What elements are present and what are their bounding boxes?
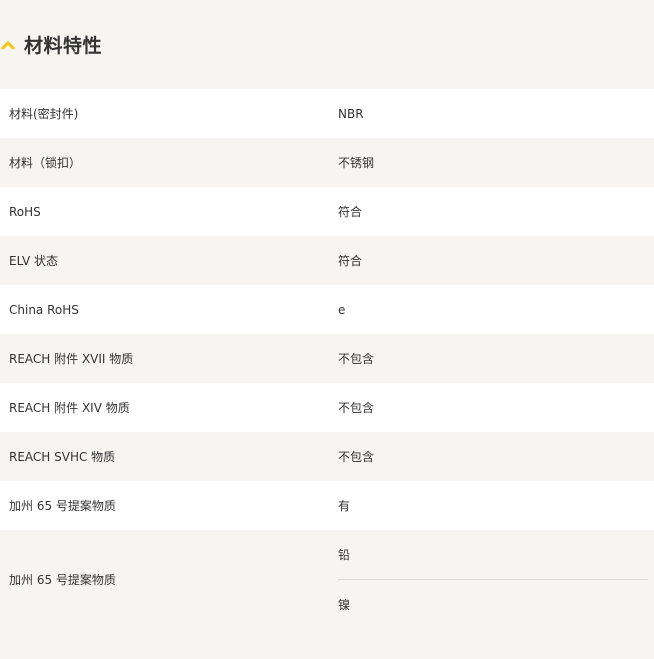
row-label: 材料(密封件) — [9, 107, 79, 121]
row-value: 符合 — [338, 254, 363, 268]
row-label: REACH 附件 XIV 物质 — [9, 401, 130, 415]
row-label: REACH 附件 XVII 物质 — [9, 352, 134, 366]
row-value: 不包含 — [338, 450, 375, 464]
table-row: RoHS 符合 — [0, 187, 654, 236]
table-row: REACH 附件 XIV 物质 不包含 — [0, 383, 654, 432]
row-sub-value: 铅 — [338, 548, 351, 562]
table-row: REACH 附件 XVII 物质 不包含 — [0, 334, 654, 383]
row-value: 有 — [338, 499, 351, 513]
row-value: e — [338, 302, 346, 317]
spec-table: 材料(密封件) NBR 材料（锁扣） 不锈钢 RoHS 符合 ELV 状态 符合… — [0, 89, 654, 628]
row-label: REACH SVHC 物质 — [9, 450, 116, 464]
table-row: 加州 65 号提案物质 有 — [0, 481, 654, 530]
section-header-material-properties[interactable]: 材料特性 — [0, 0, 654, 89]
row-sub-value: 镍 — [338, 579, 648, 628]
row-label: 加州 65 号提案物质 — [9, 499, 116, 513]
chevron-up-icon[interactable] — [0, 37, 16, 53]
row-value: 不包含 — [338, 352, 375, 366]
row-value: 符合 — [338, 205, 363, 219]
row-label: RoHS — [9, 204, 41, 219]
table-row: 材料（锁扣） 不锈钢 — [0, 138, 654, 187]
table-row: 加州 65 号提案物质 铅 镍 — [0, 530, 654, 628]
row-values: 铅 镍 — [338, 530, 654, 628]
row-label: 加州 65 号提案物质 — [9, 572, 116, 587]
table-row: ELV 状态 符合 — [0, 236, 654, 285]
table-row: 材料(密封件) NBR — [0, 89, 654, 138]
row-label: ELV 状态 — [9, 254, 58, 268]
row-value: 不锈钢 — [338, 156, 375, 170]
row-value: NBR — [338, 106, 364, 121]
row-value: 不包含 — [338, 401, 375, 415]
row-label: China RoHS — [9, 302, 79, 317]
section-title: 材料特性 — [24, 35, 103, 57]
table-row: China RoHS e — [0, 285, 654, 334]
table-row: REACH SVHC 物质 不包含 — [0, 432, 654, 481]
row-label: 材料（锁扣） — [9, 156, 82, 170]
